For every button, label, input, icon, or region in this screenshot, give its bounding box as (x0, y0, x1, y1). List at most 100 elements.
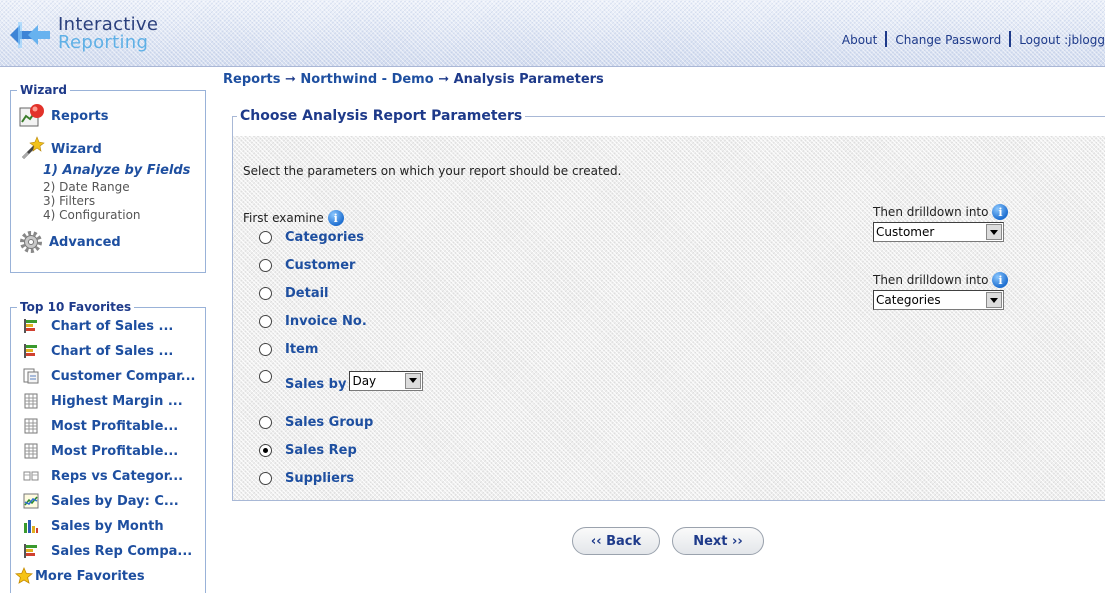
wizard-panel-title: Wizard (20, 83, 67, 97)
favorite-item[interactable]: Most Profitable... (23, 418, 178, 434)
option-sales-rep[interactable]: Sales Rep (259, 443, 357, 458)
drilldown1-select[interactable]: Customer (873, 222, 1004, 242)
parameters-area: Select the parameters on which your repo… (233, 136, 1105, 500)
favorite-item[interactable]: Sales by Month (23, 518, 164, 534)
radio-button[interactable] (259, 231, 272, 244)
nav-advanced[interactable]: Advanced (19, 230, 121, 254)
nav-reports-label: Reports (51, 108, 109, 124)
first-examine-text: First examine (243, 211, 324, 225)
column-chart-icon (24, 520, 38, 533)
option-label: Sales Group (285, 415, 374, 430)
nav-wizard-label: Wizard (51, 141, 102, 157)
favorite-label: Sales by Day: C... (51, 493, 179, 509)
radio-button-selected[interactable] (259, 444, 272, 457)
chevron-down-icon (986, 224, 1002, 240)
app-logo[interactable]: Interactive Reporting (10, 12, 190, 56)
option-label: Detail (285, 286, 329, 301)
sales-by-period-select[interactable]: Day (349, 370, 424, 391)
favorite-label: Most Profitable... (51, 418, 179, 434)
line-chart-icon (23, 493, 39, 509)
breadcrumb-separator: ➞ (438, 72, 450, 87)
magic-wand-icon (21, 136, 45, 160)
option-label: Sales by (285, 377, 347, 392)
step-configuration[interactable]: 4) Configuration (43, 208, 141, 222)
option-sales-by[interactable]: Sales by Day (259, 367, 424, 392)
option-invoice-no[interactable]: Invoice No. (259, 314, 367, 329)
favorite-item[interactable]: Sales by Day: C... (23, 493, 179, 509)
option-customer[interactable]: Customer (259, 258, 355, 273)
option-sales-group[interactable]: Sales Group (259, 415, 373, 430)
table-icon (24, 393, 38, 409)
favorite-item[interactable]: Customer Compar... (23, 368, 195, 384)
option-label: Item (285, 342, 319, 357)
about-link[interactable]: About (842, 33, 877, 47)
favorite-label: Customer Compar... (51, 368, 196, 384)
chevron-down-icon (986, 292, 1002, 308)
crosstab-icon (23, 471, 39, 481)
bar-chart-icon (24, 319, 37, 333)
radio-button[interactable] (259, 416, 272, 429)
favorite-item[interactable]: Chart of Sales ... (23, 318, 173, 334)
favorite-item[interactable]: Highest Margin ... (23, 393, 183, 409)
option-item[interactable]: Item (259, 342, 318, 357)
bar-chart-icon (24, 544, 37, 558)
step-analyze-by-fields[interactable]: 1) Analyze by Fields (43, 163, 190, 178)
top-links: About Change Password Logout :jblogg (842, 31, 1105, 47)
drilldown2-value: Categories (876, 293, 941, 307)
option-detail[interactable]: Detail (259, 286, 329, 301)
breadcrumb-current: Analysis Parameters (453, 72, 604, 87)
info-icon[interactable]: i (992, 272, 1009, 288)
radio-button[interactable] (259, 343, 272, 356)
drilldown2-text: Then drilldown into (873, 273, 989, 287)
breadcrumb-northwind[interactable]: Northwind - Demo (300, 72, 433, 87)
bar-chart-icon (24, 344, 37, 358)
favorite-label: Reps vs Categor... (51, 468, 184, 484)
table-icon (24, 418, 38, 434)
step-filters[interactable]: 3) Filters (43, 194, 95, 208)
favorite-label: Chart of Sales ... (51, 318, 174, 334)
favorite-label: Most Profitable... (51, 443, 179, 459)
more-favorites-link[interactable]: More Favorites (15, 567, 145, 585)
document-icon (23, 368, 39, 384)
reports-icon (19, 104, 44, 127)
drilldown2-label: Then drilldown into i (873, 272, 1009, 288)
radio-button[interactable] (259, 287, 272, 300)
first-examine-label: First examine i (243, 210, 344, 226)
favorite-item[interactable]: Chart of Sales ... (23, 343, 173, 359)
drilldown1-text: Then drilldown into (873, 205, 989, 219)
link-divider (885, 31, 888, 47)
favorite-label: Sales Rep Compa... (51, 543, 193, 559)
gear-icon (20, 231, 42, 253)
breadcrumb: Reports ➞ Northwind - Demo ➞ Analysis Pa… (223, 72, 604, 87)
nav-wizard[interactable]: Wizard (19, 136, 102, 162)
favorite-label: Chart of Sales ... (51, 343, 174, 359)
drilldown2-select[interactable]: Categories (873, 290, 1004, 310)
info-icon[interactable]: i (992, 204, 1009, 220)
option-label: Sales Rep (285, 443, 357, 458)
breadcrumb-reports[interactable]: Reports (223, 72, 280, 87)
nav-reports[interactable]: Reports (19, 103, 108, 129)
favorite-item[interactable]: Most Profitable... (23, 443, 178, 459)
step-date-range[interactable]: 2) Date Range (43, 180, 130, 194)
option-suppliers[interactable]: Suppliers (259, 471, 354, 486)
more-favorites-label: More Favorites (35, 568, 145, 584)
option-categories[interactable]: Categories (259, 230, 364, 245)
intro-text: Select the parameters on which your repo… (243, 164, 622, 178)
info-icon[interactable]: i (327, 210, 344, 226)
wizard-panel: Wizard Reports Wizard 1) Analyze by Fiel… (10, 83, 206, 273)
sales-by-period-value: Day (352, 373, 377, 388)
radio-button[interactable] (259, 259, 272, 272)
favorite-item[interactable]: Reps vs Categor... (23, 468, 183, 484)
radio-button[interactable] (259, 315, 272, 328)
change-password-link[interactable]: Change Password (895, 33, 1001, 47)
radio-button[interactable] (259, 472, 272, 485)
radio-button[interactable] (259, 370, 272, 383)
back-button[interactable]: ‹‹ Back (572, 527, 660, 555)
favorite-label: Sales by Month (51, 518, 164, 534)
next-button[interactable]: Next ›› (672, 527, 764, 555)
logout-link[interactable]: Logout :jblogg (1019, 33, 1105, 47)
option-label: Categories (285, 230, 365, 245)
favorite-item[interactable]: Sales Rep Compa... (23, 543, 192, 559)
nav-advanced-label: Advanced (49, 234, 121, 250)
link-divider (1009, 31, 1012, 47)
